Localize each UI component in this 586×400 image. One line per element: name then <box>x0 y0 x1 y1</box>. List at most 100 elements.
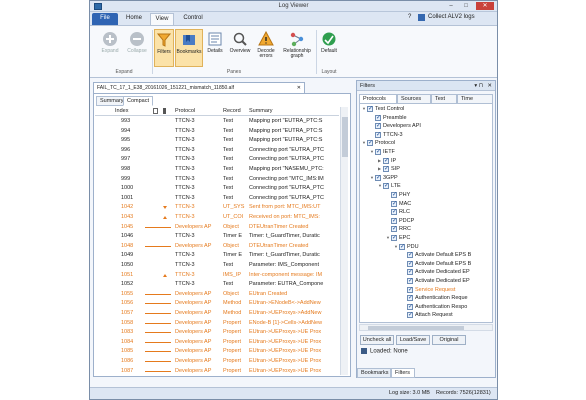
table-row[interactable]: 1051 TTCN-3 IMS_IP Inter-component message:… <box>95 271 339 280</box>
default-layout-button[interactable]: Default <box>318 29 340 67</box>
collapse-button[interactable]: Collapse <box>124 29 150 67</box>
checkbox[interactable] <box>391 208 397 217</box>
table-row[interactable]: 1049 TTCN-3 Timer E Timer: t_GuardTimer, Du… <box>95 251 339 260</box>
table-row[interactable]: 1043 TTCN-3 UT_COI Received on port: MTC_IM… <box>95 213 339 222</box>
table-row[interactable]: 1045 Developers AP Object DTEUtranTimer Cre… <box>95 223 339 232</box>
checkbox[interactable] <box>407 286 413 294</box>
help-icon[interactable]: ? <box>408 14 411 20</box>
checkbox[interactable] <box>367 105 373 114</box>
checkbox[interactable] <box>375 148 381 157</box>
col-index[interactable]: Index <box>115 108 128 114</box>
tab-bookmarks[interactable]: Bookmarks <box>357 368 391 378</box>
tree-node[interactable]: TTCN-3 <box>370 131 403 139</box>
table-row[interactable]: 1056 Developers AP Method EUtran->ENodeB<->… <box>95 299 339 308</box>
tree-node[interactable]: RLC <box>386 208 410 217</box>
tree-node[interactable]: ▼PDU <box>394 243 419 252</box>
checkbox[interactable] <box>383 157 389 165</box>
maximize-button[interactable]: □ <box>459 2 473 10</box>
tree-node[interactable]: PHY <box>386 191 410 200</box>
table-row[interactable]: 994 TTCN-3 Text Mapping port "EUTRA_PTC:S <box>95 127 339 136</box>
pin-icon[interactable]: ▾ ⊓ <box>474 81 483 91</box>
bookmarks-button[interactable]: Bookmarks <box>175 29 203 67</box>
checkbox[interactable] <box>391 217 397 225</box>
scroll-thumb[interactable] <box>368 326 464 330</box>
table-row[interactable]: 1042 TTCN-3 UT_SYS Sent from port: MTC_IMS:… <box>95 203 339 212</box>
tree-node[interactable]: RRC <box>386 225 411 234</box>
table-row[interactable]: 1057 Developers AP Method EUtran->UEProxys-… <box>95 309 339 318</box>
tab-summary[interactable]: Summary <box>96 96 124 106</box>
tree-node[interactable]: ▼IETF <box>370 148 395 157</box>
checkbox[interactable] <box>383 182 389 191</box>
col-summary[interactable]: Summary <box>249 108 273 114</box>
checkbox[interactable] <box>407 251 413 260</box>
grid-vertical-scrollbar[interactable] <box>340 107 348 375</box>
filters-button[interactable]: Filters <box>154 29 174 67</box>
tree-node[interactable]: PDCP <box>386 217 414 225</box>
tree-node[interactable]: Developers API <box>370 122 421 131</box>
tree-node[interactable]: Activate Dedicated EP <box>402 277 470 286</box>
col-record[interactable]: Record <box>223 108 241 114</box>
checkbox[interactable] <box>383 165 389 174</box>
table-row[interactable]: 995 TTCN-3 Text Mapping port "EUTRA_PTC:S <box>95 136 339 145</box>
tree-node[interactable]: Authentication Reque <box>402 294 468 303</box>
original-button[interactable]: Original <box>432 335 466 345</box>
table-row[interactable]: 1048 Developers AP Object DTEUtranTimer Cre… <box>95 242 339 251</box>
tree-node[interactable]: Activate Default EPS B <box>402 260 471 268</box>
table-row[interactable]: 1052 TTCN-3 Text Parameter: EUTRA_Compone <box>95 280 339 289</box>
tab-filters[interactable]: Filters <box>391 368 415 378</box>
checkbox[interactable] <box>407 268 413 277</box>
checkbox[interactable] <box>375 174 381 182</box>
tree-node[interactable]: ▼EPC <box>386 234 410 243</box>
tree-node[interactable]: ▼Protocol <box>362 139 395 148</box>
collect-logs-button[interactable]: Collect ALV2 logs <box>428 14 475 20</box>
checkbox[interactable] <box>407 260 413 268</box>
table-row[interactable]: 1086 Developers AP Propert EUtran->UEProxys… <box>95 357 339 366</box>
table-row[interactable]: 993 TTCN-3 Text Mapping port "EUTRA_PTC:S <box>95 117 339 126</box>
table-row[interactable]: 996 TTCN-3 Text Connecting port "EUTRA_PTC <box>95 146 339 155</box>
tree-node[interactable]: Authentication Respo <box>402 303 467 311</box>
table-row[interactable]: 1046 TTCN-3 Timer E Timer: t_GuardTimer, Du… <box>95 232 339 241</box>
tab-control[interactable]: Control <box>176 13 210 25</box>
table-row[interactable]: 999 TTCN-3 Text Connecting port "MTC_IMS:IM <box>95 175 339 184</box>
tab-file[interactable]: File <box>92 13 118 25</box>
col-protocol[interactable]: Protocol <box>175 108 195 114</box>
checkbox[interactable] <box>407 303 413 311</box>
table-row[interactable]: 1050 TTCN-3 Text Parameter: IMS_Component <box>95 261 339 270</box>
details-button[interactable]: Details <box>204 29 226 67</box>
tree-node[interactable]: Activate Dedicated EP <box>402 268 470 277</box>
tree-node[interactable]: ▶SIP <box>378 165 400 174</box>
tree-node[interactable]: Activate Default EPS B <box>402 251 471 260</box>
table-row[interactable]: 1055 Developers AP Object EUtran Created <box>95 290 339 299</box>
uncheck-all-button[interactable]: Uncheck all <box>360 335 394 345</box>
checkbox[interactable] <box>391 200 397 208</box>
checkbox[interactable] <box>407 277 413 286</box>
checkbox[interactable] <box>375 131 381 139</box>
checkbox[interactable] <box>407 294 413 303</box>
tree-node[interactable]: MAC <box>386 200 411 208</box>
checkbox[interactable] <box>407 311 413 320</box>
table-row[interactable]: 997 TTCN-3 Text Connecting port "EUTRA_PTC <box>95 155 339 164</box>
tab-view[interactable]: View <box>150 13 174 25</box>
tree-node[interactable]: ▼LTE <box>378 182 401 191</box>
table-row[interactable]: 1084 Developers AP Propert EUtran->UEProxys… <box>95 338 339 347</box>
table-row[interactable]: 1083 Developers AP Propert EUtran->UEProxys… <box>95 328 339 337</box>
checkbox[interactable] <box>375 114 381 122</box>
tree-node[interactable]: Attach Request <box>402 311 453 320</box>
table-row[interactable]: 1000 TTCN-3 Text Connecting port "EUTRA_PTC <box>95 184 339 193</box>
expand-button[interactable]: Expand <box>98 29 122 67</box>
table-row[interactable]: 998 TTCN-3 Text Mapping port "NASEMU_PTC: <box>95 165 339 174</box>
table-row[interactable]: 1087 Developers AP Propert EUtran->UEProxys… <box>95 367 339 376</box>
tab-home[interactable]: Home <box>120 13 148 25</box>
minimize-button[interactable]: – <box>444 2 458 10</box>
relationship-graph-button[interactable]: Relationship graph <box>279 29 315 67</box>
scroll-thumb[interactable] <box>342 117 348 157</box>
checkbox[interactable] <box>391 225 397 234</box>
tree-horizontal-scrollbar[interactable] <box>359 324 493 331</box>
checkbox[interactable] <box>391 234 397 243</box>
load-save-button[interactable]: Load/Save <box>396 335 430 345</box>
decode-errors-button[interactable]: Decode errors <box>254 29 278 67</box>
tree-node[interactable]: Preamble <box>370 114 407 122</box>
table-row[interactable]: 1001 TTCN-3 Text Connecting port "EUTRA_PTC <box>95 194 339 203</box>
overview-button[interactable]: Overview <box>227 29 253 67</box>
checkbox[interactable] <box>375 122 381 131</box>
